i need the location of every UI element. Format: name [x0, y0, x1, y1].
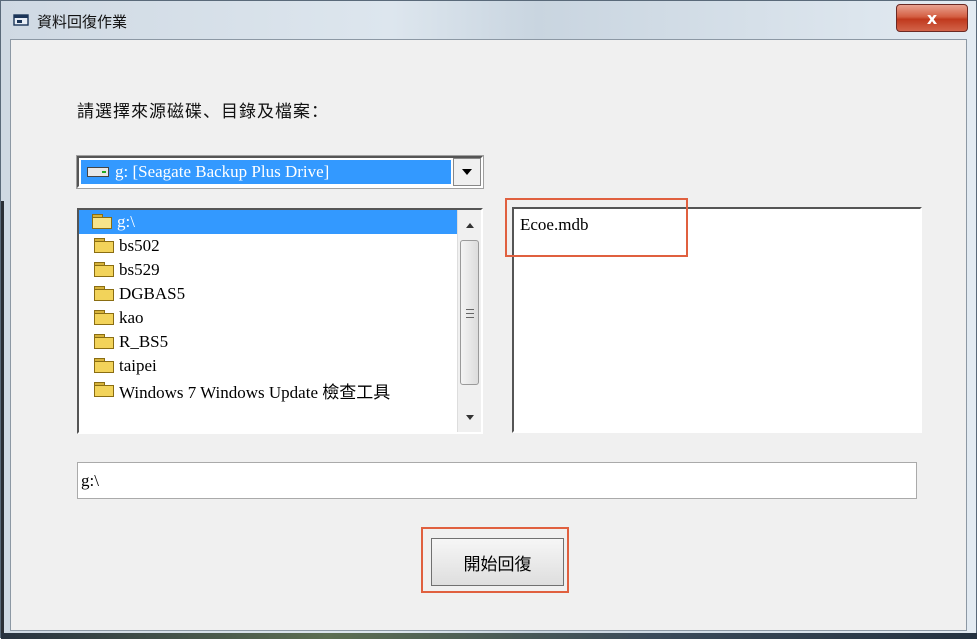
title-bar[interactable]: 資料回復作業 x	[1, 1, 976, 39]
directory-item-label: bs529	[119, 260, 160, 279]
directory-item-label: kao	[119, 308, 144, 327]
directory-item-label: taipei	[119, 356, 157, 375]
directory-items: g:\ bs502 bs529 DGBAS5 kao R_BS5 taipei …	[79, 210, 457, 432]
directory-item-label: g:\	[117, 212, 135, 231]
grip-icon	[466, 309, 474, 318]
close-button[interactable]: x	[896, 4, 968, 32]
drive-dropdown-button[interactable]	[453, 158, 481, 186]
arrow-down-icon	[465, 414, 474, 420]
close-icon: x	[926, 8, 938, 28]
drive-selected-label: g: [Seagate Backup Plus Drive]	[115, 162, 330, 181]
scroll-thumb[interactable]	[460, 240, 479, 385]
open-folder-icon	[91, 214, 113, 230]
folder-icon	[93, 334, 115, 350]
directory-item[interactable]: kao	[79, 306, 457, 330]
directory-scrollbar[interactable]	[457, 210, 481, 432]
drive-icon	[87, 167, 109, 177]
directory-item-root[interactable]: g:\	[79, 210, 457, 234]
directory-item[interactable]: DGBAS5	[79, 282, 457, 306]
source-prompt-label: 請選擇來源磁碟、目錄及檔案：	[77, 102, 329, 122]
button-highlight-annotation	[421, 527, 569, 593]
directory-item-label: R_BS5	[119, 332, 169, 351]
scroll-up-button[interactable]	[459, 214, 480, 236]
folder-icon	[93, 262, 115, 278]
folder-icon	[93, 310, 115, 326]
directory-listbox[interactable]: g:\ bs502 bs529 DGBAS5 kao R_BS5 taipei …	[77, 208, 483, 434]
directory-item-label: DGBAS5	[119, 284, 186, 303]
directory-item-label: bs502	[119, 236, 160, 255]
folder-icon	[93, 286, 115, 302]
file-highlight-annotation	[505, 198, 688, 257]
folder-icon	[93, 358, 115, 374]
window-title: 資料回復作業	[37, 13, 128, 31]
directory-item[interactable]: Windows 7 Windows Update 檢查工具	[79, 378, 457, 402]
folder-icon	[93, 238, 115, 254]
path-field[interactable]: g:\	[77, 462, 917, 499]
desktop-edge	[1, 201, 4, 639]
directory-item[interactable]: taipei	[79, 354, 457, 378]
desktop-taskbar-edge	[1, 633, 977, 639]
folder-icon	[93, 382, 115, 398]
directory-item[interactable]: bs529	[79, 258, 457, 282]
drive-selected-value[interactable]: g: [Seagate Backup Plus Drive]	[81, 160, 451, 184]
arrow-up-icon	[465, 222, 474, 228]
app-icon	[13, 14, 29, 26]
scroll-down-button[interactable]	[459, 406, 480, 428]
dialog-window: 資料回復作業 x 請選擇來源磁碟、目錄及檔案： g: [Seagate Back…	[0, 0, 977, 639]
drive-combobox[interactable]: g: [Seagate Backup Plus Drive]	[76, 155, 484, 189]
directory-item[interactable]: R_BS5	[79, 330, 457, 354]
directory-item-label: Windows 7 Windows Update 檢查工具	[119, 382, 391, 402]
chevron-down-icon	[462, 169, 472, 175]
directory-item[interactable]: bs502	[79, 234, 457, 258]
